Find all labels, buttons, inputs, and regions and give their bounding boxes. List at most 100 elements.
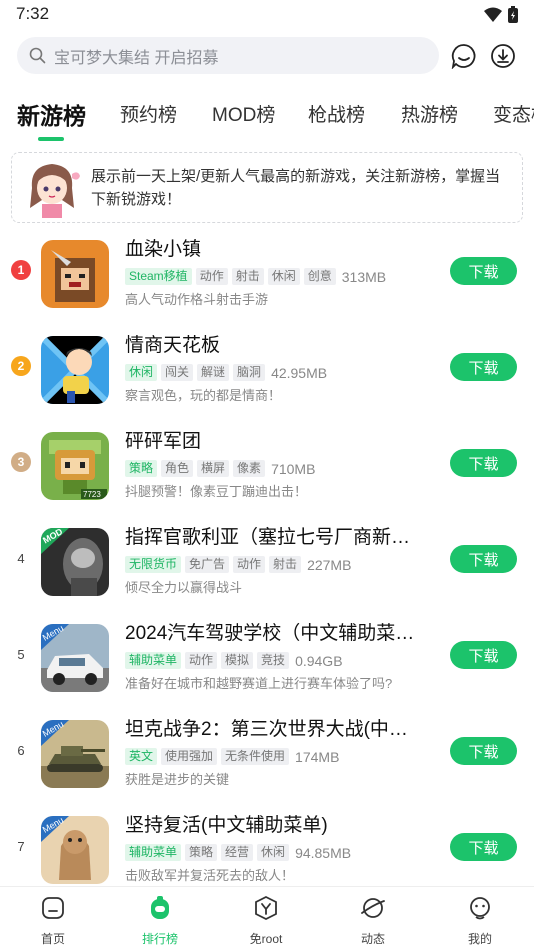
download-button[interactable]: 下载 <box>450 353 517 381</box>
ranking-icon <box>151 896 169 919</box>
tag: 模拟 <box>221 652 254 669</box>
game-icon: Menu <box>41 624 109 692</box>
tab-mod[interactable]: MOD榜 <box>212 100 275 127</box>
tag: 角色 <box>161 460 194 477</box>
tag-row: 无限货币 免广告 动作 射击 227MB <box>125 556 351 573</box>
nav-profile[interactable]: 我的 <box>440 895 520 947</box>
tag: 辅助菜单 <box>125 652 182 669</box>
nav-no-root[interactable]: 免root <box>226 895 306 947</box>
game-description: 抖腿预警！像素豆丁蹦迪出击！ <box>125 484 308 499</box>
tag: 策略 <box>185 844 218 861</box>
tag-row: 英文 使用强加 无条件使用 174MB <box>125 748 339 765</box>
download-button[interactable]: 下载 <box>450 545 517 573</box>
status-time: 7:32 <box>16 4 50 23</box>
mascot-girl-icon <box>30 164 80 218</box>
info-banner: 展示前一天上架/更新人气最高的新游戏，关注新游榜，掌握当下新锐游戏！ <box>11 152 523 223</box>
game-icon <box>41 240 109 308</box>
tag: 创意 <box>303 268 336 285</box>
file-size: 174MB <box>295 748 340 765</box>
nav-label: 动态 <box>360 932 385 946</box>
home-icon <box>42 897 64 919</box>
file-size: 313MB <box>341 268 387 285</box>
game-title: 血染小镇 <box>125 239 202 260</box>
tag: 无限货币 <box>125 556 182 573</box>
game-title: 2024汽车驾驶学校（中文辅助菜单） <box>125 623 425 644</box>
download-button[interactable]: 下载 <box>450 737 517 765</box>
nav-label: 排行榜 <box>141 932 178 946</box>
tag-row: 辅助菜单 动作 模拟 竞技 0.94GB <box>125 652 343 669</box>
list-item[interactable]: 3 7723 砰砰军团 策略 角色 横屏 像素 710MB 抖腿预警！像素豆丁蹦… <box>0 431 534 528</box>
rank-badge: 2 <box>11 356 31 376</box>
game-title: 坦克战争2：第三次世界大战(中文辅助菜单) <box>125 719 425 740</box>
active-tab-indicator <box>38 137 64 141</box>
game-description: 高人气动作格斗射击手游 <box>125 292 269 307</box>
tag: 射击 <box>269 556 302 573</box>
game-description: 获胜是进步的关键 <box>125 772 230 787</box>
tag: 使用强加 <box>161 748 218 765</box>
nav-ranking[interactable]: 排行榜 <box>120 895 200 947</box>
wifi-icon <box>484 7 502 22</box>
tag: 无条件使用 <box>221 748 290 765</box>
file-size: 710MB <box>271 460 316 477</box>
tag: 英文 <box>125 748 158 765</box>
game-icon: Menu <box>41 816 109 884</box>
tab-hot[interactable]: 热游榜 <box>401 100 458 127</box>
search-input[interactable]: 宝可梦大集结 开启招募 <box>17 37 439 74</box>
rank-number: 6 <box>17 742 25 758</box>
tag: 休闲 <box>267 268 300 285</box>
file-size: 94.85MB <box>295 844 352 861</box>
list-item[interactable]: 2 情商天花板 休闲 闯关 解谜 脑洞 42.95MB 察言观色，玩的都是情商！… <box>0 335 534 432</box>
game-description: 击败敌军并复活死去的敌人！ <box>125 868 295 883</box>
tag-row: Steam移植 动作 射击 休闲 创意 313MB <box>125 268 386 285</box>
bottom-navigation: 首页 排行榜 免root 动态 我的 <box>0 886 534 950</box>
tab-shooter[interactable]: 枪战榜 <box>308 100 365 127</box>
battery-icon <box>508 6 518 23</box>
shield-y-icon <box>255 895 277 921</box>
game-icon: MOD <box>41 528 109 596</box>
game-title: 指挥官歌利亚（塞拉七号厂商新作） <box>125 527 425 548</box>
tag: 动作 <box>185 652 218 669</box>
ranking-tabs: 新游榜 预约榜 MOD榜 枪战榜 热游榜 变态榜 <box>0 90 534 140</box>
game-title: 砰砰军团 <box>125 431 202 452</box>
list-item[interactable]: 6 Menu 坦克战争2：第三次世界大战(中文辅助菜单) 英文 使用强加 无条件… <box>0 719 534 816</box>
tab-variant[interactable]: 变态榜 <box>493 100 534 127</box>
tag-row: 休闲 闯关 解谜 脑洞 42.95MB <box>125 364 327 381</box>
rank-number: 5 <box>17 646 25 662</box>
file-size: 0.94GB <box>295 652 343 669</box>
nav-home[interactable]: 首页 <box>13 895 93 947</box>
tag: 免广告 <box>185 556 230 573</box>
game-title: 坚持复活(中文辅助菜单) <box>125 815 328 836</box>
tag: 动作 <box>195 268 228 285</box>
nav-label: 我的 <box>467 932 492 946</box>
game-icon: Menu <box>41 720 109 788</box>
game-icon: 7723 <box>41 432 109 500</box>
tab-reservation[interactable]: 预约榜 <box>120 100 177 127</box>
download-button[interactable]: 下载 <box>450 257 517 285</box>
nav-feed[interactable]: 动态 <box>333 895 413 947</box>
tag: 动作 <box>233 556 266 573</box>
download-manager-icon[interactable] <box>490 43 516 69</box>
search-placeholder: 宝可梦大集结 开启招募 <box>54 49 219 67</box>
tag: 脑洞 <box>233 364 266 381</box>
tag: 辅助菜单 <box>125 844 182 861</box>
message-icon[interactable] <box>451 43 477 69</box>
tag: 射击 <box>231 268 264 285</box>
list-item[interactable]: 1 血染小镇 Steam移植 动作 射击 休闲 创意 313MB 高人气动作格斗… <box>0 239 534 336</box>
rank-badge: 1 <box>11 260 31 280</box>
game-description: 准备好在城市和越野赛道上进行赛车体验了吗? <box>125 676 393 691</box>
nav-label: 免root <box>249 932 283 946</box>
list-item[interactable]: 4 MOD 指挥官歌利亚（塞拉七号厂商新作） 无限货币 免广告 动作 射击 22… <box>0 527 534 624</box>
download-button[interactable]: 下载 <box>450 641 517 669</box>
tab-new-games[interactable]: 新游榜 <box>17 97 86 131</box>
status-bar: 7:32 <box>0 0 534 30</box>
tag: 闯关 <box>161 364 194 381</box>
profile-face-icon <box>470 897 490 920</box>
game-title: 情商天花板 <box>125 335 221 356</box>
tag-row: 策略 角色 横屏 像素 710MB <box>125 460 315 477</box>
list-item[interactable]: 5 Menu 2024汽车驾驶学校（中文辅助菜单） 辅助菜单 动作 模拟 竞技 … <box>0 623 534 720</box>
rank-number: 7 <box>17 838 25 854</box>
download-button[interactable]: 下载 <box>450 449 517 477</box>
tag: 经营 <box>221 844 254 861</box>
download-button[interactable]: 下载 <box>450 833 517 861</box>
banner-text: 展示前一天上架/更新人气最高的新游戏，关注新游榜，掌握当下新锐游戏！ <box>91 168 501 208</box>
